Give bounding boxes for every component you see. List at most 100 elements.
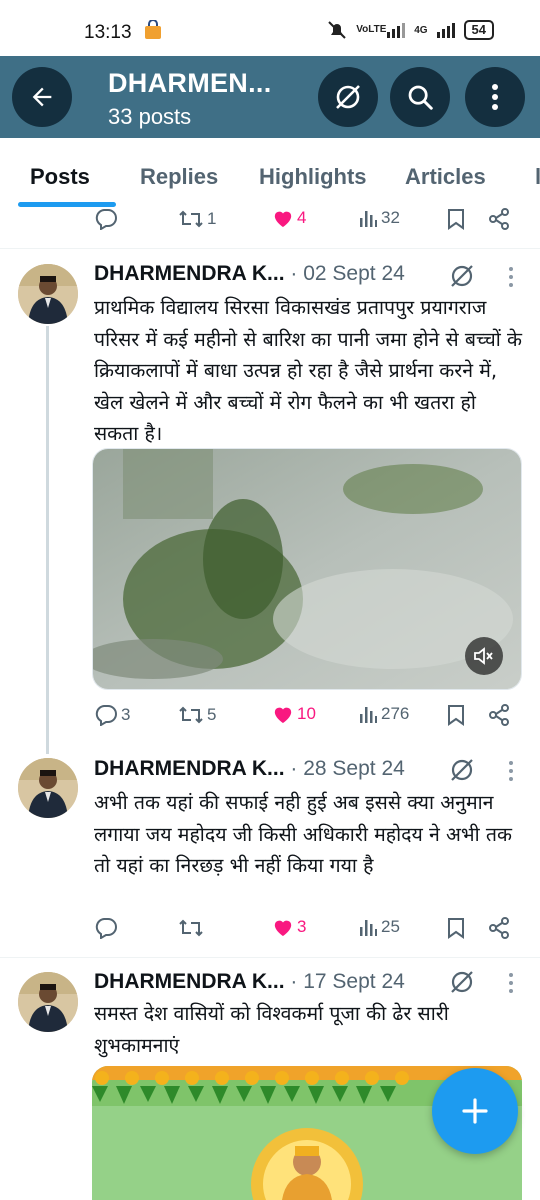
heart-icon	[274, 920, 292, 937]
compose-post-button[interactable]	[432, 1068, 518, 1154]
search-button[interactable]	[390, 67, 450, 127]
like-count: 3	[297, 917, 307, 936]
avatar[interactable]	[18, 758, 78, 818]
divider	[0, 957, 540, 958]
post-text: समस्त देश वासियों को विश्वकर्मा पूजा की …	[94, 1002, 449, 1057]
bookmark-button[interactable]	[446, 704, 466, 726]
thread-line	[46, 326, 49, 754]
mute-icon	[474, 647, 493, 665]
tab-highlights[interactable]: Highlights	[259, 164, 367, 190]
bookmark-icon	[448, 209, 464, 230]
back-arrow-icon	[32, 87, 52, 107]
search-icon	[408, 85, 433, 110]
plus-icon	[462, 1098, 488, 1124]
repost-count: 5	[207, 705, 217, 724]
share-button[interactable]	[488, 704, 510, 726]
active-tab-indicator	[18, 202, 116, 207]
tab-more-partial: l	[535, 164, 540, 189]
post-date[interactable]: · 17 Sept 24	[290, 970, 404, 993]
grok-icon[interactable]	[448, 756, 476, 784]
views-icon	[360, 707, 377, 723]
status-bar: 13:13 VoLTE 4G 54	[0, 0, 540, 56]
reply-icon	[95, 918, 117, 939]
repost-icon	[179, 706, 203, 724]
repost-button[interactable]: 5	[178, 704, 216, 726]
grok-icon[interactable]	[448, 968, 476, 996]
post-text: अभी तक यहां की सफाई नही हुई अब इससे क्या…	[94, 791, 512, 877]
signal-2-icon	[436, 23, 455, 38]
bookmark-icon	[448, 705, 464, 726]
back-button[interactable]	[12, 67, 72, 127]
tab-replies[interactable]: Replies	[140, 164, 218, 190]
profile-header: DHARMEN... 33 posts	[0, 56, 540, 138]
post-date[interactable]: · 02 Sept 24	[290, 262, 404, 285]
views-count: 32	[381, 208, 400, 227]
grok-icon[interactable]	[448, 262, 476, 290]
more-vertical-icon[interactable]	[508, 760, 514, 782]
video-thumbnail	[93, 449, 521, 689]
share-icon	[489, 917, 509, 939]
grok-icon	[336, 85, 360, 109]
post-header: DHARMENDRA K... · 28 Sept 24	[94, 757, 405, 785]
share-icon	[489, 704, 509, 726]
grok-button[interactable]	[318, 67, 378, 127]
profile-tabs: Posts Replies Highlights Articles l	[0, 138, 540, 210]
views-button[interactable]: 25	[358, 917, 400, 937]
post-count: 33 posts	[108, 104, 192, 129]
divider	[0, 248, 540, 249]
post-header: DHARMENDRA K... · 02 Sept 24	[94, 262, 405, 290]
more-vertical-icon[interactable]	[508, 972, 514, 994]
volte-label: VoLTE	[356, 24, 387, 35]
views-icon	[360, 211, 377, 227]
more-vertical-icon[interactable]	[508, 266, 514, 288]
like-button[interactable]: 4	[272, 208, 306, 228]
reply-icon	[95, 705, 117, 726]
avatar-photo	[18, 972, 78, 1032]
views-icon	[360, 920, 377, 936]
tab-posts[interactable]: Posts	[30, 164, 90, 190]
repost-button[interactable]: 1	[178, 208, 216, 230]
post-actions-previous: 1 4 32	[92, 208, 522, 238]
tab-articles[interactable]: Articles	[405, 164, 486, 190]
bookmark-icon	[448, 918, 464, 939]
views-count: 276	[381, 704, 410, 723]
share-button[interactable]	[488, 208, 510, 230]
status-icons: VoLTE 4G 54	[326, 20, 494, 40]
repost-icon	[179, 919, 203, 937]
shopping-bag-icon	[145, 20, 161, 39]
repost-button[interactable]	[178, 917, 207, 939]
heart-icon	[274, 707, 292, 724]
post-actions: 3 5 10 276	[92, 704, 522, 734]
status-time: 13:13	[84, 22, 132, 43]
like-button[interactable]: 10	[272, 704, 316, 724]
battery-indicator: 54	[463, 20, 494, 40]
share-icon	[489, 208, 509, 230]
post-date[interactable]: · 28 Sept 24	[290, 757, 404, 780]
views-button[interactable]: 32	[358, 208, 400, 228]
post-video[interactable]	[92, 448, 522, 690]
more-options-button[interactable]	[465, 67, 525, 127]
bookmark-button[interactable]	[446, 917, 466, 939]
bookmark-button[interactable]	[446, 208, 466, 230]
post-header: DHARMENDRA K... · 17 Sept 24	[94, 970, 405, 998]
signal-icon	[387, 23, 406, 38]
reply-count: 3	[121, 705, 131, 724]
reply-button[interactable]	[94, 917, 121, 939]
author-name[interactable]: DHARMENDRA K...	[94, 970, 285, 993]
views-button[interactable]: 276	[358, 704, 409, 724]
like-count: 10	[297, 704, 316, 723]
like-button[interactable]: 3	[272, 917, 306, 937]
repost-count: 1	[207, 209, 217, 228]
share-button[interactable]	[488, 917, 510, 939]
author-name[interactable]: DHARMENDRA K...	[94, 262, 285, 285]
repost-icon	[179, 210, 203, 228]
profile-name-title: DHARMEN...	[108, 68, 272, 98]
reply-button[interactable]	[94, 208, 121, 230]
avatar[interactable]	[18, 264, 78, 324]
post-text: प्राथमिक विद्यालय सिरसा विकासखंड प्रतापप…	[94, 296, 522, 445]
reply-button[interactable]: 3	[94, 704, 130, 726]
network-type-label: 4G	[414, 24, 428, 36]
author-name[interactable]: DHARMENDRA K...	[94, 757, 285, 780]
mute-button[interactable]	[465, 637, 503, 675]
avatar[interactable]	[18, 972, 78, 1032]
